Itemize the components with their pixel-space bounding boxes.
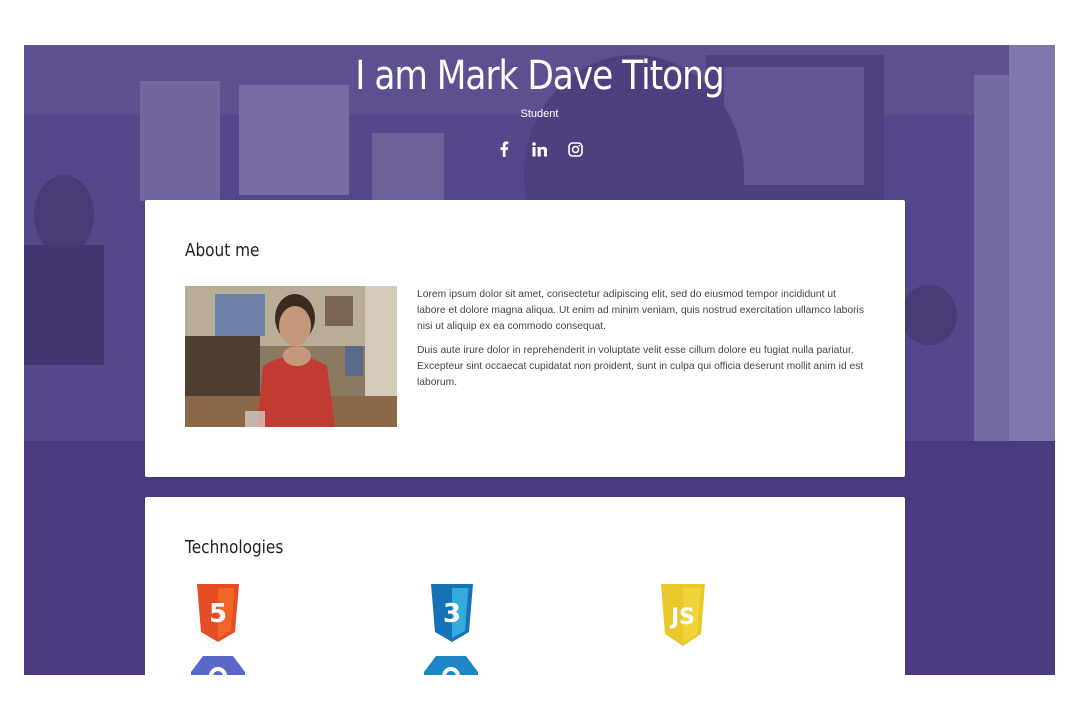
instagram-icon[interactable] [567,140,585,158]
social-links [24,140,1055,158]
about-heading: About me [185,240,260,261]
linkedin-icon[interactable] [531,140,549,158]
about-text: Lorem ipsum dolor sit amet, consectetur … [417,287,867,399]
svg-text:JS: JS [669,605,695,630]
about-card: About me Lorem ipsum dolor sit amet, con… [145,200,905,477]
page-frame: I am Mark Dave Titong Student About me L… [24,45,1055,675]
css3-icon: 3 [431,584,473,642]
about-paragraph: Duis aute irure dolor in reprehenderit i… [417,345,864,388]
technologies-card: Technologies 5 3 JS [145,497,905,675]
page-title: I am Mark Dave Titong [355,53,724,99]
html5-icon: 5 [197,584,239,642]
profile-photo [185,286,397,427]
technologies-heading: Technologies [185,537,284,558]
bootstrap-icon [191,656,245,675]
javascript-icon: JS [661,584,705,646]
svg-text:5: 5 [209,599,227,629]
about-paragraph: Lorem ipsum dolor sit amet, consectetur … [417,289,864,332]
page-subtitle: Student [520,108,559,120]
facebook-icon[interactable] [495,140,513,158]
svg-text:3: 3 [443,599,461,629]
css-framework-icon [424,656,478,675]
